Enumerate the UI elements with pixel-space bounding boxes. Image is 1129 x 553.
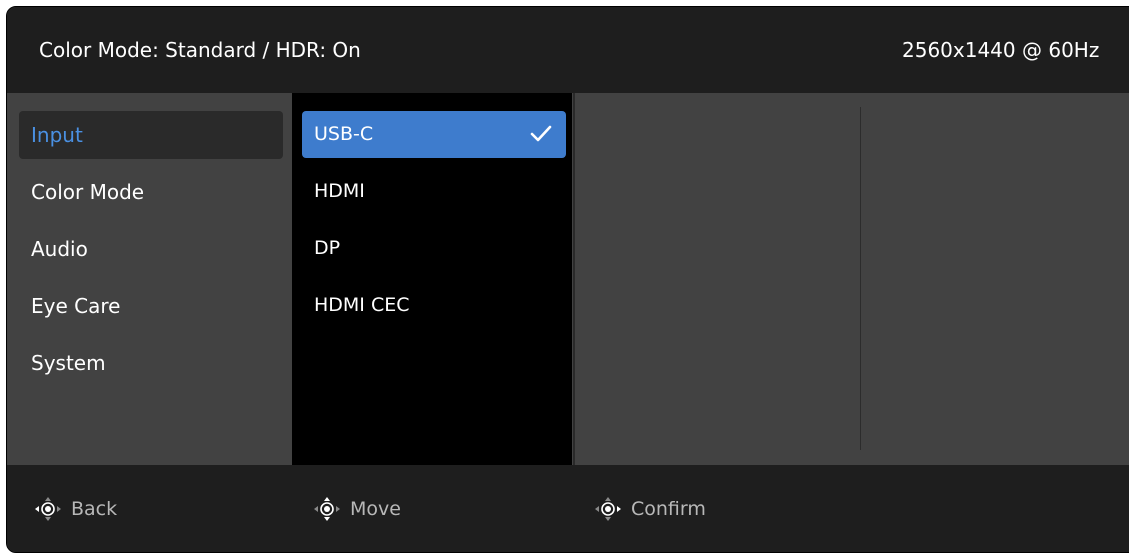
status-bar: Color Mode: Standard / HDR: On 2560x1440…	[7, 7, 1129, 93]
joystick-left-icon	[35, 497, 61, 521]
hint-label: Confirm	[631, 498, 706, 520]
joystick-right-icon	[595, 497, 621, 521]
hint-label: Move	[350, 498, 401, 520]
menu-item-color-mode[interactable]: Color Mode	[19, 168, 283, 216]
joystick-updown-icon	[314, 497, 340, 521]
submenu-item-label: DP	[314, 237, 341, 259]
input-submenu: USB-C HDMI DP HDMI CEC	[292, 93, 572, 465]
osd-window: Color Mode: Standard / HDR: On 2560x1440…	[6, 6, 1129, 553]
color-mode-status: Color Mode: Standard / HDR: On	[39, 38, 361, 62]
submenu-item-usb-c[interactable]: USB-C	[302, 111, 566, 158]
check-icon	[530, 125, 552, 142]
menu-item-input[interactable]: Input	[19, 111, 283, 159]
submenu-item-label: USB-C	[314, 123, 374, 145]
submenu-item-dp[interactable]: DP	[302, 225, 566, 272]
menu-item-system[interactable]: System	[19, 339, 283, 387]
column-divider	[573, 93, 575, 465]
submenu-item-label: HDMI CEC	[314, 294, 410, 316]
submenu-item-hdmi[interactable]: HDMI	[302, 168, 566, 215]
hint-label: Back	[71, 498, 118, 520]
menu-item-audio[interactable]: Audio	[19, 225, 283, 273]
submenu-item-hdmi-cec[interactable]: HDMI CEC	[302, 282, 566, 329]
resolution-status: 2560x1440 @ 60Hz	[902, 38, 1100, 62]
submenu-item-label: HDMI	[314, 180, 365, 202]
column-divider	[860, 107, 861, 450]
main-menu: Input Color Mode Audio Eye Care System	[7, 93, 291, 465]
hint-bar: Back Move Confirm	[7, 465, 1129, 552]
main-panel: Input Color Mode Audio Eye Care System U…	[7, 93, 1129, 465]
menu-item-eye-care[interactable]: Eye Care	[19, 282, 283, 330]
